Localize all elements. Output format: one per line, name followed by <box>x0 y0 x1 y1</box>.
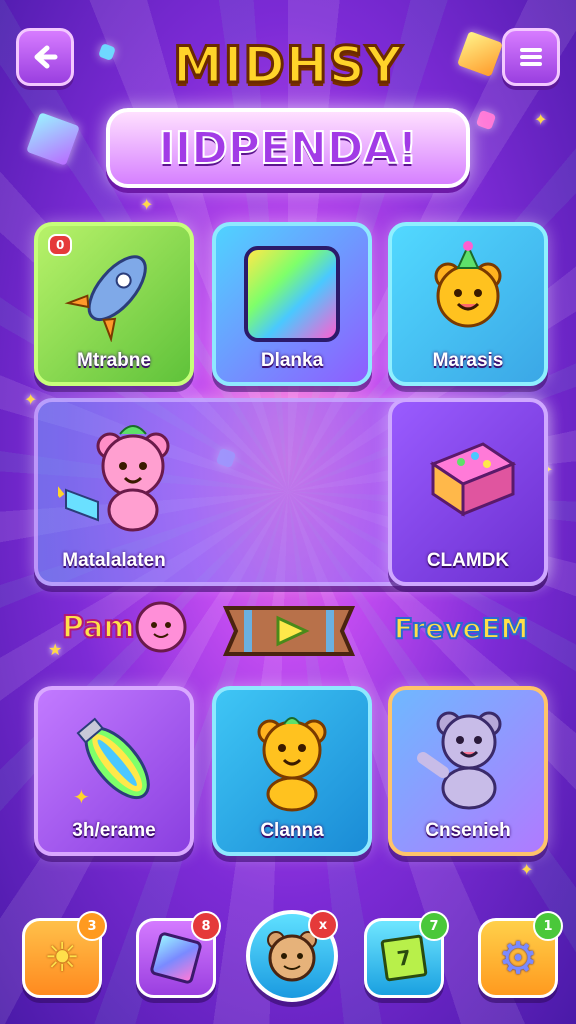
gear-icon: ⚙ <box>498 932 538 984</box>
nav-badge: x <box>308 910 338 940</box>
level-tile-matalalaten[interactable]: Matalalaten <box>34 398 194 586</box>
orange-bear-icon <box>257 717 327 812</box>
freveem-label[interactable]: FreveEM <box>393 611 529 646</box>
nav-badge: 7 <box>419 911 449 941</box>
play-button[interactable] <box>222 600 356 662</box>
pam-label[interactable]: Pam <box>61 609 136 646</box>
level-tile-dlanka[interactable]: Dlanka <box>212 222 372 386</box>
nav-badge: 3 <box>77 911 107 941</box>
tile-label: 3h/erame <box>72 820 156 841</box>
sparkle-icon: ✦ <box>140 195 154 214</box>
banner-text: IIDPENDA! <box>157 122 418 175</box>
tile-label: Mtrabne <box>77 350 151 371</box>
rainbow-square-icon <box>244 246 340 342</box>
nav-crystal-button[interactable]: 8 <box>136 911 221 998</box>
party-bear-icon <box>434 241 502 328</box>
level-tile-cnsenieh[interactable]: Cnsenieh <box>388 686 548 856</box>
level-tile-clanna[interactable]: Clanna <box>212 686 372 856</box>
nav-badge: 8 <box>191 911 221 941</box>
sun-icon: ☀ <box>44 935 80 981</box>
nav-sun-button[interactable]: ☀ 3 <box>22 911 107 998</box>
gray-bear-icon <box>417 711 502 810</box>
nav-bear-button[interactable]: x <box>246 910 338 1002</box>
play-icon <box>222 606 356 656</box>
pink-blob-icon <box>135 601 187 653</box>
sparkle-icon: ★ <box>48 640 63 659</box>
crystal-gem-icon <box>475 109 497 131</box>
tile-label: Dlanka <box>260 350 324 371</box>
level-tile-mtrabne[interactable]: 0 Mtrabne <box>34 222 194 386</box>
green-card-icon: 7 <box>380 934 428 982</box>
pink-bear-icon <box>58 425 170 532</box>
gift-box-icon <box>429 442 517 517</box>
level-tile-clamdk[interactable]: CLAMDK <box>388 398 548 586</box>
level-tile-3h-erame[interactable]: ✦ 3h/erame <box>34 686 194 856</box>
crystal-icon <box>149 931 203 985</box>
nav-settings-button[interactable]: ⚙ 1 <box>478 911 563 998</box>
nav-card-button[interactable]: 7 7 <box>364 911 449 998</box>
rainbow-rocket-icon: ✦ <box>73 717 150 809</box>
tile-label: Marasis <box>432 350 504 371</box>
tile-label: Cnsenieh <box>425 820 511 841</box>
tile-label: Clanna <box>260 820 324 841</box>
game-title: MIDHSY <box>172 35 404 96</box>
crystal-gem-icon <box>26 112 80 166</box>
nav-badge: 1 <box>533 911 563 941</box>
svg-text:✦: ✦ <box>73 785 90 809</box>
rocket-icon <box>64 255 147 342</box>
tile-label: Matalalaten <box>62 550 166 571</box>
sparkle-icon: ✦ <box>520 860 534 879</box>
tile-label: CLAMDK <box>426 550 510 571</box>
sparkle-icon: ✦ <box>534 110 548 129</box>
title-banner: IIDPENDA! <box>106 108 470 188</box>
level-tile-marasis[interactable]: Marasis <box>388 222 548 386</box>
